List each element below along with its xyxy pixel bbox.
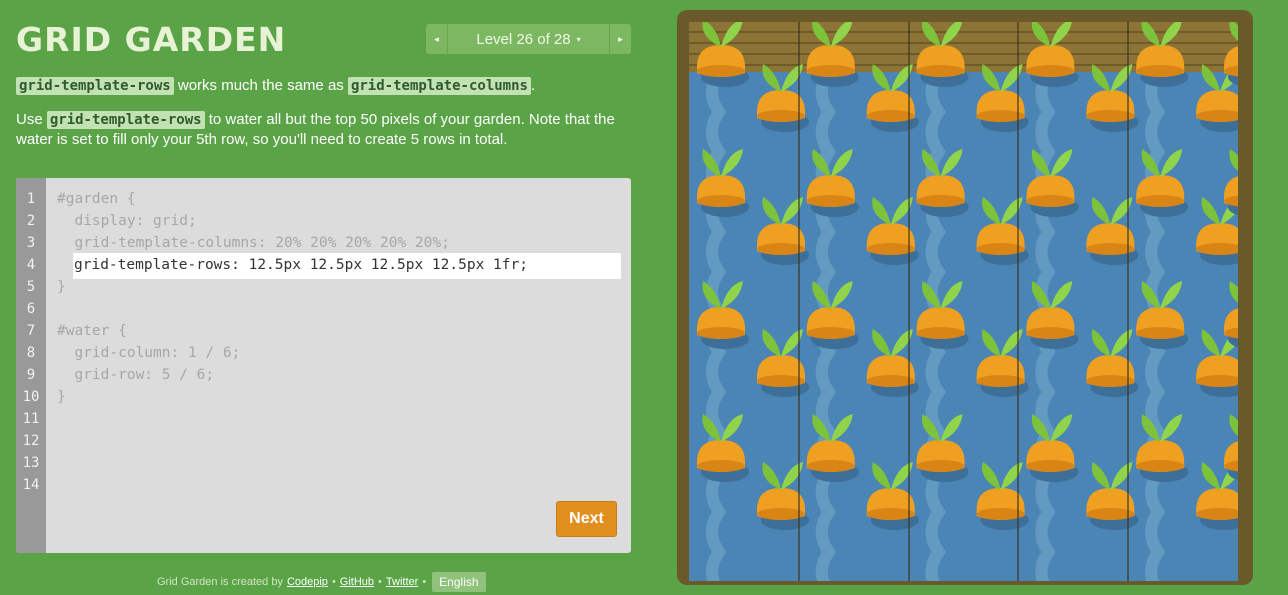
language-button[interactable]: English (432, 572, 486, 592)
code-editor: 1 2 3 4 5 6 7 8 9 10 11 12 13 14 #garden… (16, 178, 631, 553)
leaf-icon (1050, 22, 1072, 47)
leaf-icon (721, 22, 743, 47)
carrot-base (806, 195, 855, 207)
carrot-base (1136, 327, 1185, 339)
carrot-base (697, 195, 745, 207)
carrot-base (1026, 65, 1075, 77)
code-line: grid-template-columns: 20% 20% 20% 20% 2… (57, 235, 450, 251)
line-number: 1 (26, 191, 36, 207)
code-snippet: grid-template-rows (16, 77, 174, 95)
leaf-icon (940, 22, 963, 47)
line-number: 9 (26, 367, 36, 383)
leaf-icon (922, 22, 941, 47)
carrot-base (1136, 460, 1185, 472)
footer-separator: • (422, 576, 427, 588)
caret-down-icon: ▾ (576, 35, 581, 45)
garden-frame (677, 10, 1253, 585)
line-number-gutter: 1 2 3 4 5 6 7 8 9 10 11 12 13 14 (16, 178, 46, 553)
css-input-value[interactable]: grid-template-rows: 12.5px 12.5px 12.5px… (74, 257, 528, 273)
carrot-base (806, 65, 855, 77)
carrot-base (916, 327, 965, 339)
carrot-base (806, 460, 855, 472)
carrot-base (1136, 195, 1185, 207)
carrot-base (1026, 327, 1075, 339)
garden-illustration (689, 22, 1238, 581)
leaf-icon (1141, 22, 1161, 47)
leaf-icon (830, 22, 853, 47)
line-number: 8 (26, 345, 36, 361)
instruction-paragraph-1: grid-template-rows works much the same a… (16, 76, 631, 96)
code-line: #water { (57, 323, 127, 339)
footer: Grid Garden is created by Codepip • GitH… (157, 572, 486, 592)
codepip-link[interactable]: Codepip (287, 576, 328, 588)
code-snippet: grid-template-columns (347, 77, 531, 95)
code-line: grid-column: 1 / 6; (57, 345, 241, 361)
carrot-base (916, 195, 965, 207)
leaf-icon (1160, 22, 1182, 47)
leaf-icon (702, 22, 721, 47)
carrot-base (757, 243, 805, 255)
leaf-icon (1031, 22, 1051, 47)
line-number: 3 (26, 235, 36, 251)
carrot-base (916, 460, 965, 472)
code-line: } (57, 279, 66, 295)
line-number: 2 (26, 213, 36, 229)
carrot-base (757, 508, 805, 520)
footer-separator: • (331, 576, 336, 588)
carrot-base (757, 375, 805, 387)
carrot-base (866, 375, 915, 387)
garden (689, 22, 1238, 581)
code-line: #garden { (57, 191, 136, 207)
line-number: 5 (26, 279, 36, 295)
footer-separator: • (378, 576, 382, 588)
twitter-link[interactable]: Twitter (386, 576, 418, 588)
leaf-icon (1229, 22, 1238, 41)
code-line: display: grid; (57, 213, 197, 229)
code-line: } (57, 389, 66, 405)
carrot-base (1026, 460, 1075, 472)
line-number: 13 (22, 455, 40, 471)
level-indicator[interactable]: Level 26 of 28 ▾ (448, 31, 609, 48)
previous-level-button[interactable]: ◂ (426, 24, 448, 54)
carrot-base (866, 243, 915, 255)
line-number: 6 (26, 301, 36, 317)
code-line: grid-row: 5 / 6; (57, 367, 215, 383)
carrot-base (697, 460, 745, 472)
carrot-base (1026, 195, 1075, 207)
next-level-button[interactable]: ▸ (609, 24, 631, 54)
line-number: 11 (22, 411, 40, 427)
carrot-base (916, 65, 965, 77)
line-number: 14 (22, 477, 40, 493)
carrot-base (697, 65, 745, 77)
leaf-icon (812, 22, 831, 47)
next-button[interactable]: Next (556, 501, 617, 537)
code-snippet: grid-template-rows (46, 111, 205, 129)
carrot-base (697, 327, 745, 339)
carrot-base (757, 110, 805, 122)
line-number: 10 (22, 389, 40, 405)
level-navigation: ◂ Level 26 of 28 ▾ ▸ (426, 24, 631, 54)
level-label: Level 26 of 28 (476, 30, 571, 48)
carrot-base (866, 110, 915, 122)
carrot-base (1136, 65, 1185, 77)
github-link[interactable]: GitHub (340, 576, 374, 588)
line-number: 4 (26, 257, 36, 273)
line-number: 7 (26, 323, 36, 339)
instruction-paragraph-2: Use grid-template-rows to water all but … (16, 111, 615, 148)
line-number: 12 (22, 433, 40, 449)
footer-credit: Grid Garden is created by (157, 576, 283, 588)
app-title: GRID GARDEN (16, 20, 287, 59)
carrot-base (806, 327, 855, 339)
carrot-base (866, 508, 915, 520)
